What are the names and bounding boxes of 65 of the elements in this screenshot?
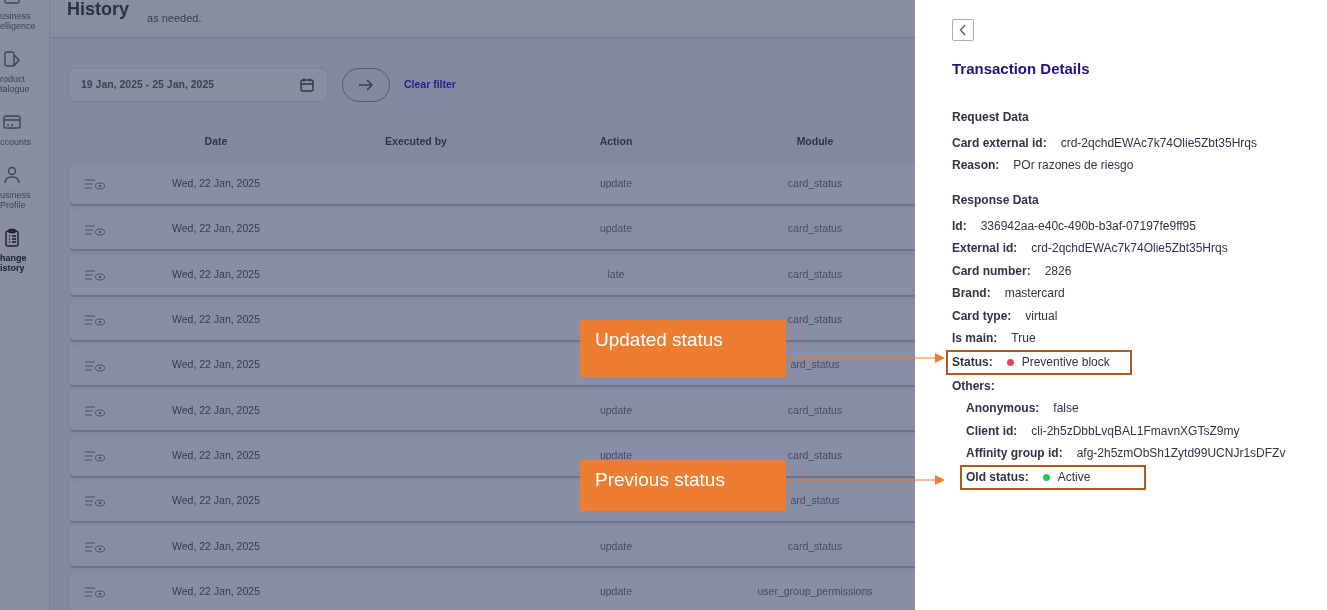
table-cell: Wed, 22 Jan, 2025 [172, 539, 260, 552]
table-cell: card_status [787, 403, 843, 416]
table-cell: Wed, 22 Jan, 2025 [172, 177, 260, 190]
field-label: Brand: [952, 285, 991, 303]
table-cell: Wed, 22 Jan, 2025 [172, 222, 260, 235]
page-title: History [67, 0, 129, 21]
field-label: Anonymous: [966, 400, 1040, 418]
field-value: crd-2qchdEWAc7k74Olie5Zbt35Hrqs [1031, 240, 1228, 258]
field-label: Old status: [966, 469, 1029, 486]
table-cell: card_status [787, 267, 843, 280]
section-heading: Response Data [952, 191, 1040, 209]
column-header: Executed by [384, 134, 448, 149]
field-value: mastercard [1004, 285, 1065, 303]
field-label: Card external id: [952, 134, 1047, 152]
field-label: External id: [952, 240, 1018, 258]
table-cell: update [599, 539, 633, 552]
table-cell: late [607, 267, 625, 280]
field-value: afg-2h5zmObSh1Zytd99UCNJr1sDFZv [1076, 445, 1286, 463]
table-cell: update [599, 403, 633, 416]
table-cell: ard_status [790, 494, 840, 507]
table-cell: card_status [787, 313, 843, 325]
table-cell: Wed, 22 Jan, 2025 [172, 448, 260, 461]
field-label: Affinity group id: [966, 445, 1063, 463]
field-label: Card type: [952, 307, 1012, 325]
table-cell: card_status [787, 539, 843, 552]
table-cell: card_status [787, 448, 843, 461]
section-heading: Request Data [952, 108, 1030, 126]
field-value: 2826 [1044, 262, 1072, 280]
table-cell: Wed, 22 Jan, 2025 [172, 313, 260, 325]
table-cell: Wed, 22 Jan, 2025 [172, 403, 260, 416]
callout-tooltip: Updated status [580, 320, 786, 377]
table-cell: update [599, 584, 633, 597]
table-cell: Wed, 22 Jan, 2025 [172, 584, 260, 597]
table-cell: update [599, 222, 633, 235]
field-value: True [1011, 330, 1036, 348]
column-header: Action [598, 134, 634, 149]
field-label: Id: [952, 217, 967, 235]
table-cell: update [599, 448, 633, 461]
field-label: Reason: [952, 157, 1000, 175]
panel-title: Transaction Details [952, 59, 1091, 79]
field-value: virtual [1025, 307, 1058, 325]
field-value: 336942aa-e40c-490b-b3af-07197fe9ff95 [980, 217, 1196, 235]
table-cell: user_group_permissions [757, 584, 873, 597]
callout-tooltip: Previous status [580, 460, 786, 511]
field-label: Status: [952, 354, 993, 371]
table-cell: update [599, 177, 633, 190]
table-cell: ard_status [790, 358, 840, 371]
column-header: Module [795, 134, 835, 149]
column-header: Date [203, 134, 229, 149]
table-cell: card_status [787, 177, 843, 190]
field-label: Card number: [952, 262, 1031, 280]
field-value: crd-2qchdEWAc7k74Olie5Zbt35Hrqs [1060, 134, 1257, 152]
table-cell: Wed, 22 Jan, 2025 [172, 267, 260, 280]
table-cell: Wed, 22 Jan, 2025 [172, 358, 260, 371]
field-value: Active [1057, 469, 1091, 486]
field-label: Others: [952, 377, 995, 395]
table-cell: card_status [787, 222, 843, 235]
field-value: false [1053, 400, 1079, 418]
field-value: Preventive block [1021, 354, 1110, 371]
table-cell: Wed, 22 Jan, 2025 [172, 494, 260, 507]
field-value: POr razones de riesgo [1013, 157, 1134, 175]
field-value: cli-2h5zDbbLvqBAL1FmavnXGTsZ9my [1031, 422, 1240, 440]
page-description: as needed. [147, 11, 202, 26]
field-label: Is main: [952, 330, 998, 348]
field-label: Client id: [966, 422, 1018, 440]
